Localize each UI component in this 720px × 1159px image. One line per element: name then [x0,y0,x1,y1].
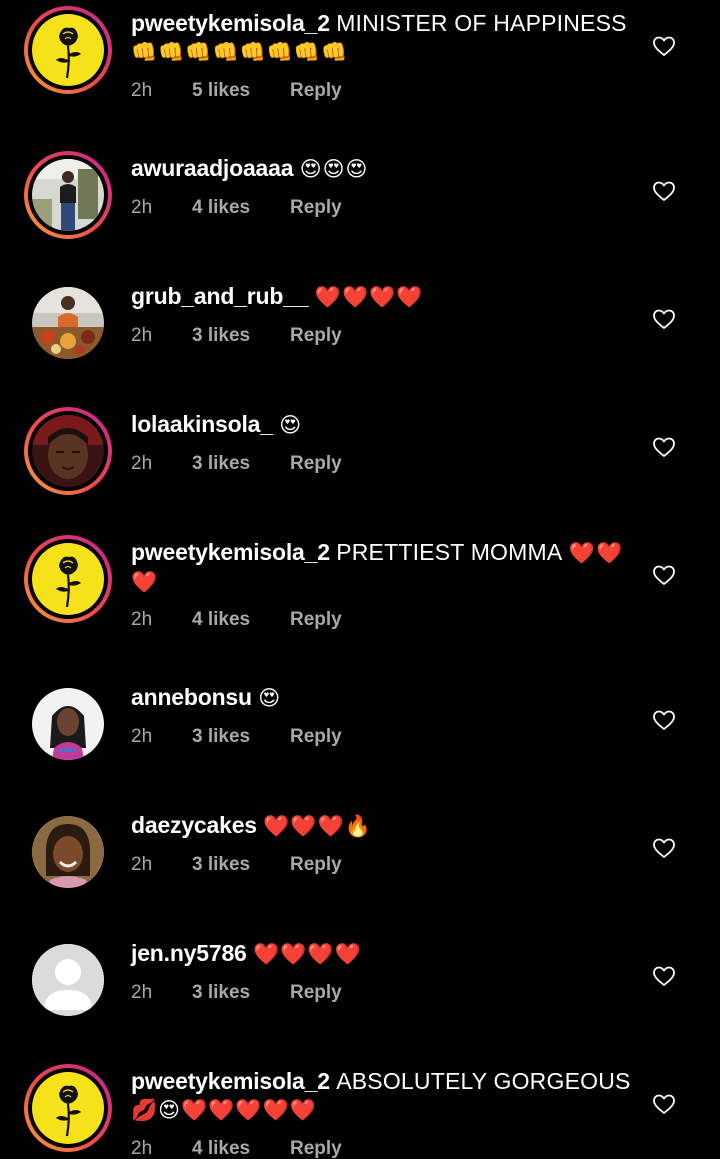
avatar[interactable] [32,688,104,760]
comment-item: pweetykemisola_2 ABSOLUTELY GORGEOUS 💋😍❤… [0,1058,720,1159]
avatar [32,543,104,615]
comment-username[interactable]: lolaakinsola_ [131,411,273,437]
comment-likes[interactable]: 3 likes [192,726,250,748]
comment-time: 2h [131,80,153,101]
comment-likes[interactable]: 4 likes [192,1138,250,1159]
avatar-story-ring[interactable] [24,6,112,94]
comment-username[interactable]: pweetykemisola_2 [131,1068,330,1094]
reply-button[interactable]: Reply [290,609,342,631]
comment-likes[interactable]: 3 likes [192,453,250,475]
avatar[interactable] [32,287,104,359]
photo-woman-smiling-avatar-image [32,816,104,888]
comment-item: lolaakinsola_ 😍 2h 3 likes Reply [0,401,720,511]
avatar [32,1072,104,1144]
comment-likes[interactable]: 5 likes [192,80,250,102]
comment-time: 2h [131,197,153,218]
avatar-story-ring[interactable] [24,535,112,623]
reply-button[interactable]: Reply [290,726,342,748]
comment-username[interactable]: daezycakes [131,812,257,838]
comments-list: pweetykemisola_2 MINISTER OF HAPPINESS 👊… [0,0,720,1159]
photo-food-table-avatar-image [32,287,104,359]
reply-button[interactable]: Reply [290,325,342,347]
comment-text: MINISTER OF HAPPINESS [336,10,627,36]
heart-outline-icon[interactable] [652,179,676,203]
default-user-avatar-image [32,944,104,1016]
reply-button[interactable]: Reply [290,197,342,219]
yellow-rose-avatar-image [32,1072,104,1144]
comment-item: pweetykemisola_2 PRETTIEST MOMMA ❤️❤️ ❤️… [0,529,720,669]
avatar[interactable] [32,944,104,1016]
heart-outline-icon[interactable] [652,307,676,331]
comment-time: 2h [131,854,153,875]
comment-likes[interactable]: 3 likes [192,854,250,876]
comment-username[interactable]: jen.ny5786 [131,940,247,966]
comment-emoji: ❤️❤️❤️❤️ [253,943,362,966]
yellow-rose-avatar-image [32,14,104,86]
reply-button[interactable]: Reply [290,982,342,1004]
comment-likes[interactable]: 3 likes [192,325,250,347]
comment-emoji: ❤️❤️ [568,542,624,565]
heart-outline-icon[interactable] [652,435,676,459]
comment-username[interactable]: annebonsu [131,684,252,710]
comment-time: 2h [131,1138,153,1159]
comment-username[interactable]: pweetykemisola_2 [131,10,330,36]
comment-item: awuraadjoaaaa 😍😍😍 2h 4 likes Reply [0,145,720,255]
photo-selfie-avatar-image [32,415,104,487]
yellow-rose-avatar-image [32,543,104,615]
comment-time: 2h [131,453,153,474]
heart-outline-icon[interactable] [652,563,676,587]
comment-text: ABSOLUTELY GORGEOUS [336,1068,631,1094]
comment-time: 2h [131,982,153,1003]
comment-likes[interactable]: 4 likes [192,197,250,219]
comment-emoji: 💋😍❤️❤️❤️❤️❤️ [131,1099,317,1122]
comment-text: PRETTIEST MOMMA [336,539,563,565]
heart-outline-icon[interactable] [652,34,676,58]
avatar-story-ring[interactable] [24,151,112,239]
avatar-story-ring[interactable] [24,407,112,495]
heart-outline-icon[interactable] [652,708,676,732]
heart-outline-icon[interactable] [652,964,676,988]
photo-woman-braids-avatar-image [32,688,104,760]
comment-emoji: 👊👊👊👊👊👊👊👊 [131,41,349,64]
comment-item: pweetykemisola_2 MINISTER OF HAPPINESS 👊… [0,0,720,130]
avatar [32,415,104,487]
comment-emoji: 😍 [279,414,303,437]
comment-time: 2h [131,325,153,346]
comment-username[interactable]: awuraadjoaaaa [131,155,294,181]
comment-emoji: ❤️❤️❤️❤️ [314,286,424,309]
avatar[interactable] [32,816,104,888]
comment-username[interactable]: grub_and_rub__ [131,283,309,309]
heart-outline-icon[interactable] [652,1092,676,1116]
photo-woman-standing-avatar-image [32,159,104,231]
comment-time: 2h [131,609,153,630]
comment-emoji: 😍 [258,687,282,710]
reply-button[interactable]: Reply [290,854,342,876]
comment-emoji: ❤️❤️❤️🔥 [263,815,372,838]
comment-username[interactable]: pweetykemisola_2 [131,539,330,565]
avatar [32,159,104,231]
comment-item: grub_and_rub__ ❤️❤️❤️❤️ 2h 3 likes Reply [0,273,720,383]
reply-button[interactable]: Reply [290,1138,342,1159]
avatar-story-ring[interactable] [24,1064,112,1152]
heart-outline-icon[interactable] [652,836,676,860]
reply-button[interactable]: Reply [290,453,342,475]
comment-item: jen.ny5786 ❤️❤️❤️❤️ 2h 3 likes Reply [0,930,720,1040]
comment-item: annebonsu 😍 2h 3 likes Reply [0,674,720,784]
comment-likes[interactable]: 3 likes [192,982,250,1004]
comment-emoji: 😍😍😍 [299,158,369,181]
reply-button[interactable]: Reply [290,80,342,102]
comment-emoji: ❤️ [131,571,159,594]
comment-time: 2h [131,726,153,747]
avatar [32,14,104,86]
comment-item: daezycakes ❤️❤️❤️🔥 2h 3 likes Reply [0,802,720,912]
comment-likes[interactable]: 4 likes [192,609,250,631]
